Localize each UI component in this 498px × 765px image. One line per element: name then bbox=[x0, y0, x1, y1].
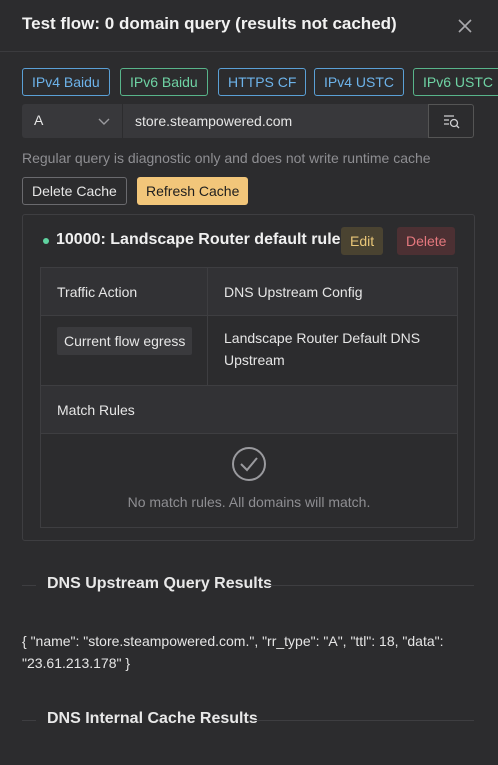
status-dot-icon bbox=[43, 238, 49, 244]
table-row: Current flow egress Landscape Router Def… bbox=[41, 316, 457, 386]
checkmark-circle-icon bbox=[232, 447, 266, 481]
cache-hint: Regular query is diagnostic only and doe… bbox=[22, 150, 431, 166]
delete-cache-button[interactable]: Delete Cache bbox=[22, 177, 127, 205]
record-type-value: A bbox=[34, 112, 44, 128]
search-button[interactable] bbox=[428, 104, 474, 138]
match-rules-header: Match Rules bbox=[57, 402, 135, 418]
upstream-results-section: DNS Upstream Query Results bbox=[0, 575, 498, 597]
dns-upstream-value: Landscape Router Default DNS Upstream bbox=[224, 330, 421, 368]
cache-results-title: DNS Internal Cache Results bbox=[47, 710, 258, 727]
preset-ipv6-ustc[interactable]: IPv6 USTC bbox=[413, 68, 498, 96]
divider bbox=[254, 720, 474, 721]
table-header-row: Traffic Action DNS Upstream Config bbox=[41, 268, 457, 316]
record-type-select[interactable]: A bbox=[22, 104, 122, 138]
dns-upstream-header: DNS Upstream Config bbox=[224, 284, 363, 300]
preset-https-cf[interactable]: HTTPS CF bbox=[218, 68, 307, 96]
delete-rule-button[interactable]: Delete bbox=[397, 227, 456, 255]
traffic-action-value: Current flow egress bbox=[57, 327, 193, 355]
refresh-cache-button[interactable]: Refresh Cache bbox=[137, 177, 249, 205]
rule-details-table: Traffic Action DNS Upstream Config Curre… bbox=[40, 267, 458, 528]
divider bbox=[22, 585, 36, 586]
rule-card: 10000: Landscape Router default rule Edi… bbox=[22, 214, 475, 541]
column-divider bbox=[207, 268, 208, 386]
preset-ipv4-baidu[interactable]: IPv4 Baidu bbox=[22, 68, 110, 96]
upstream-result-json: { "name": "store.steampowered.com.", "rr… bbox=[22, 633, 444, 671]
preset-ipv6-baidu[interactable]: IPv6 Baidu bbox=[120, 68, 208, 96]
search-icon bbox=[444, 115, 460, 129]
preset-ipv4-ustc[interactable]: IPv4 USTC bbox=[314, 68, 405, 96]
cache-results-section: DNS Internal Cache Results bbox=[0, 710, 498, 732]
match-rules-empty: No match rules. All domains will match. bbox=[41, 434, 457, 527]
divider bbox=[268, 585, 474, 586]
modal-header: Test flow: 0 domain query (results not c… bbox=[0, 0, 498, 52]
match-rules-header-row: Match Rules bbox=[41, 386, 457, 434]
empty-match-rules-text: No match rules. All domains will match. bbox=[127, 494, 371, 510]
domain-input[interactable] bbox=[122, 104, 428, 138]
edit-rule-button[interactable]: Edit bbox=[341, 227, 384, 255]
traffic-action-header: Traffic Action bbox=[57, 284, 138, 300]
rule-title: 10000: Landscape Router default rule bbox=[56, 231, 341, 248]
modal-title: Test flow: 0 domain query (results not c… bbox=[22, 14, 397, 33]
chevron-down-icon bbox=[98, 118, 110, 125]
test-flow-modal: Test flow: 0 domain query (results not c… bbox=[0, 0, 498, 765]
query-row: A bbox=[22, 104, 474, 138]
close-icon[interactable] bbox=[455, 16, 475, 36]
upstream-results-title: DNS Upstream Query Results bbox=[47, 575, 272, 592]
divider bbox=[22, 720, 36, 721]
preset-tags: IPv4 Baidu IPv6 Baidu HTTPS CF IPv4 USTC… bbox=[22, 68, 498, 96]
